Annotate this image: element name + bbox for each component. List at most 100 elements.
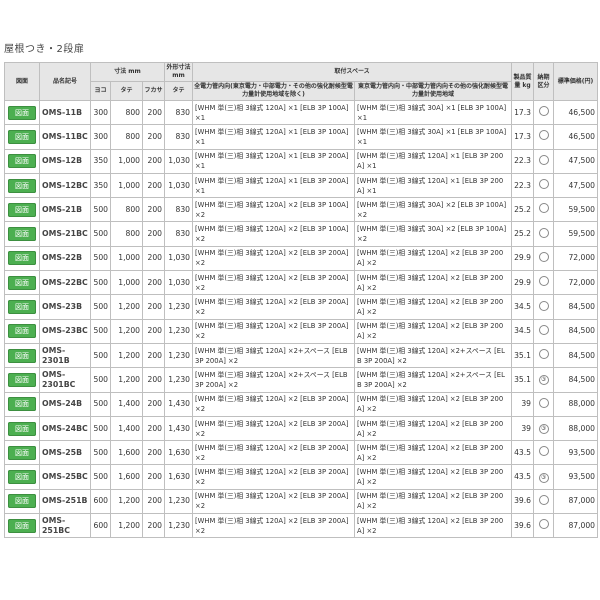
height-cell: 800 — [110, 124, 143, 150]
outer-height-cell: 1,630 — [164, 440, 194, 466]
header-zumen: 図面 — [4, 62, 40, 101]
drawing-button[interactable]: 図面 — [8, 348, 36, 363]
table-row: 図面 OMS-22BC 500 1,000 200 1,030 [WHM 単(三)相 3線式… — [4, 270, 599, 296]
table-row: 図面 OMS-11B 300 800 200 830 [WHM 単(三)相 3線式 120A… — [4, 99, 599, 126]
outer-height-cell: 1,030 — [164, 148, 194, 174]
zumen-cell: 図面 — [4, 415, 40, 442]
drawing-button[interactable]: 図面 — [8, 105, 36, 120]
model-cell: OMS-23B — [39, 294, 91, 320]
drawing-button[interactable]: 図面 — [8, 421, 36, 436]
mount-space-other-cell: [WHM 単(三)相 3線式 120A] ×2 [ELB 3P 200A] ×2 — [354, 513, 513, 539]
price-cell: 88,000 — [553, 415, 599, 442]
outer-height-cell: 830 — [164, 124, 194, 150]
header-mount: 取付スペース — [192, 62, 513, 82]
weight-cell: 39 — [511, 415, 535, 442]
zumen-cell: 図面 — [4, 172, 40, 199]
table-row: 図面 OMS-25B 500 1,600 200 1,630 [WHM 単(三)相 3線式 … — [4, 440, 599, 466]
header-yoko: ヨコ — [90, 81, 111, 101]
weight-cell: 35.1 — [511, 367, 535, 393]
height-cell: 800 — [110, 197, 143, 223]
delivery-cell — [533, 294, 555, 320]
zumen-cell: 図面 — [4, 488, 40, 515]
weight-cell: 22.3 — [511, 172, 535, 199]
width-cell: 500 — [90, 294, 111, 320]
table-row: 図面 OMS-21BC 500 800 200 830 [WHM 単(三)相 3線式 120… — [4, 221, 599, 247]
drawing-button[interactable]: 図面 — [8, 300, 36, 315]
mount-space-cell: [WHM 単(三)相 3線式 120A] ×2 [ELB 3P 200A] ×2 — [192, 415, 356, 442]
table-row: 図面 OMS-11BC 300 800 200 830 [WHM 単(三)相 3線式 120… — [4, 124, 599, 150]
table-row: 図面 OMS-25BC 500 1,600 200 1,630 [WHM 単(三)相 3線式… — [4, 464, 599, 490]
weight-cell: 25.2 — [511, 221, 535, 247]
outer-height-cell: 1,430 — [164, 391, 194, 417]
outer-height-cell: 1,430 — [164, 415, 194, 442]
drawing-button[interactable]: 図面 — [8, 470, 36, 485]
weight-cell: 25.2 — [511, 197, 535, 223]
drawing-button[interactable]: 図面 — [8, 227, 36, 242]
table-row: 図面 OMS-22B 500 1,000 200 1,030 [WHM 単(三)相 3線式 … — [4, 245, 599, 272]
model-cell: OMS-25BC — [39, 464, 91, 490]
table-row: 図面 OMS-2301BC 500 1,200 200 1,230 [WHM 単(三)相 3… — [4, 367, 599, 393]
delivery-cell — [533, 270, 555, 296]
depth-cell: 200 — [141, 513, 166, 539]
header-other: 東京電力管内向・中部電力管内向その他の強化耐候型電力量計使用地域 — [354, 81, 513, 101]
price-cell: 72,000 — [553, 270, 599, 296]
drawing-button[interactable]: 図面 — [8, 324, 36, 339]
drawing-button[interactable]: 図面 — [8, 494, 36, 509]
delivery-cell — [533, 99, 555, 126]
drawing-button[interactable]: 図面 — [8, 154, 36, 169]
price-cell: 87,000 — [553, 488, 599, 515]
mount-space-cell: [WHM 単(三)相 3線式 120A] ×2 [ELB 3P 100A] ×2 — [192, 221, 356, 247]
mount-space-other-cell: [WHM 単(三)相 3線式 120A] ×2 [ELB 3P 200A] ×2 — [354, 488, 513, 515]
delivery-mark — [538, 349, 549, 360]
delivery-mark — [538, 227, 549, 238]
depth-cell: 200 — [141, 464, 166, 490]
mount-space-other-cell: [WHM 単(三)相 3線式 120A] ×2+スペース [ELB 3P 200… — [354, 367, 513, 393]
delivery-mark — [538, 494, 549, 505]
drawing-button[interactable]: 図面 — [8, 251, 36, 266]
depth-cell: 200 — [141, 245, 166, 272]
outer-height-cell: 830 — [164, 197, 194, 223]
price-cell: 93,500 — [553, 464, 599, 490]
delivery-cell — [533, 513, 555, 539]
width-cell: 500 — [90, 391, 111, 417]
weight-cell: 22.3 — [511, 148, 535, 174]
width-cell: 500 — [90, 245, 111, 272]
table-row: 図面 OMS-21B 500 800 200 830 [WHM 単(三)相 3線式 120A… — [4, 197, 599, 223]
width-cell: 300 — [90, 124, 111, 150]
page: 屋根つき・2段扉 図面 品名記号 寸法 mm 外形寸法 mm 取付スペース 製品… — [0, 0, 600, 600]
delivery-mark — [538, 276, 549, 287]
drawing-button[interactable]: 図面 — [8, 518, 36, 533]
drawing-button[interactable]: 図面 — [8, 372, 36, 387]
zumen-cell: 図面 — [4, 464, 40, 490]
price-cell: 47,500 — [553, 172, 599, 199]
outer-height-cell: 1,030 — [164, 245, 194, 272]
drawing-button[interactable]: 図面 — [8, 129, 36, 144]
drawing-button[interactable]: 図面 — [8, 445, 36, 460]
zumen-cell: 図面 — [4, 148, 40, 174]
price-cell: 59,500 — [553, 197, 599, 223]
model-cell: OMS-2301B — [39, 342, 91, 369]
width-cell: 500 — [90, 342, 111, 369]
zumen-cell: 図面 — [4, 270, 40, 296]
width-cell: 500 — [90, 440, 111, 466]
width-cell: 500 — [90, 197, 111, 223]
outer-height-cell: 1,630 — [164, 464, 194, 490]
mount-space-other-cell: [WHM 単(三)相 3線式 120A] ×2 [ELB 3P 200A] ×2 — [354, 415, 513, 442]
drawing-button[interactable]: 図面 — [8, 275, 36, 290]
width-cell: 500 — [90, 221, 111, 247]
model-cell: OMS-22BC — [39, 270, 91, 296]
zumen-cell: 図面 — [4, 513, 40, 539]
drawing-button[interactable]: 図面 — [8, 202, 36, 217]
zumen-cell: 図面 — [4, 367, 40, 393]
header-weight: 製品質量 kg — [511, 62, 535, 101]
depth-cell: 200 — [141, 367, 166, 393]
drawing-button[interactable]: 図面 — [8, 178, 36, 193]
zumen-cell: 図面 — [4, 197, 40, 223]
delivery-cell — [533, 197, 555, 223]
drawing-button[interactable]: 図面 — [8, 397, 36, 412]
header-tate: タテ — [110, 81, 143, 101]
delivery-mark — [538, 179, 549, 190]
mount-space-cell: [WHM 単(三)相 3線式 120A] ×2 [ELB 3P 200A] ×2 — [192, 318, 356, 344]
table-row: 図面 OMS-12BC 350 1,000 200 1,030 [WHM 単(三)相 3線式… — [4, 172, 599, 199]
height-cell: 1,000 — [110, 148, 143, 174]
